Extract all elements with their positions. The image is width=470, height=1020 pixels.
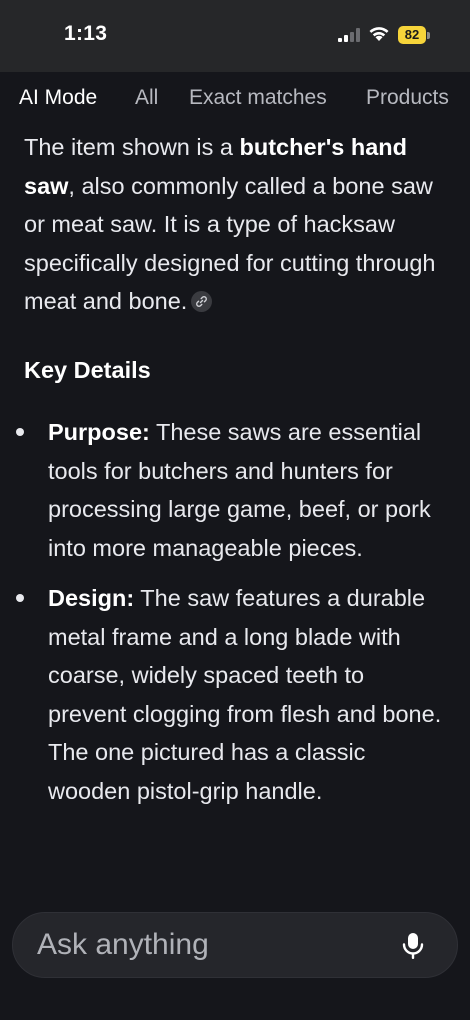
battery-level: 82: [398, 26, 426, 44]
bullet-term: Purpose:: [48, 419, 150, 445]
bullet-text: The saw features a durable metal frame a…: [48, 585, 442, 804]
search-tabs: AI Mode All Exact matches Products: [0, 72, 470, 126]
ask-placeholder: Ask anything: [37, 928, 209, 961]
status-time: 1:13: [64, 22, 108, 45]
key-details-list: Purpose: These saws are essential tools …: [16, 413, 448, 822]
microphone-icon[interactable]: [401, 932, 425, 960]
section-heading: Key Details: [24, 357, 151, 383]
signal-icon: [338, 28, 360, 42]
tab-products[interactable]: Products: [366, 86, 449, 110]
wifi-icon: [369, 27, 389, 41]
bottom-bar: Ask anything: [0, 896, 470, 1020]
link-icon[interactable]: [191, 291, 213, 312]
intro-text-end: , also commonly called a bone saw or mea…: [24, 172, 436, 315]
list-item: Design: The saw features a durable metal…: [16, 579, 448, 810]
tab-ai-mode[interactable]: AI Mode: [19, 86, 97, 110]
link-glyph: [196, 296, 208, 307]
intro-paragraph: The item shown is a butcher's hand saw, …: [24, 128, 448, 321]
tab-all[interactable]: All: [135, 86, 158, 110]
status-bar: 1:13 82: [0, 0, 470, 72]
ask-input[interactable]: Ask anything: [12, 912, 458, 978]
intro-text-start: The item shown is a: [24, 134, 240, 160]
bullet-icon: [16, 594, 24, 602]
battery-cap: [427, 31, 430, 39]
battery-icon: 82: [398, 26, 430, 44]
ai-answer: The item shown is a butcher's hand saw, …: [16, 128, 448, 804]
tab-exact-matches[interactable]: Exact matches: [189, 86, 327, 110]
list-item: Purpose: These saws are essential tools …: [16, 413, 448, 567]
bullet-term: Design:: [48, 585, 135, 611]
bullet-icon: [16, 428, 24, 436]
